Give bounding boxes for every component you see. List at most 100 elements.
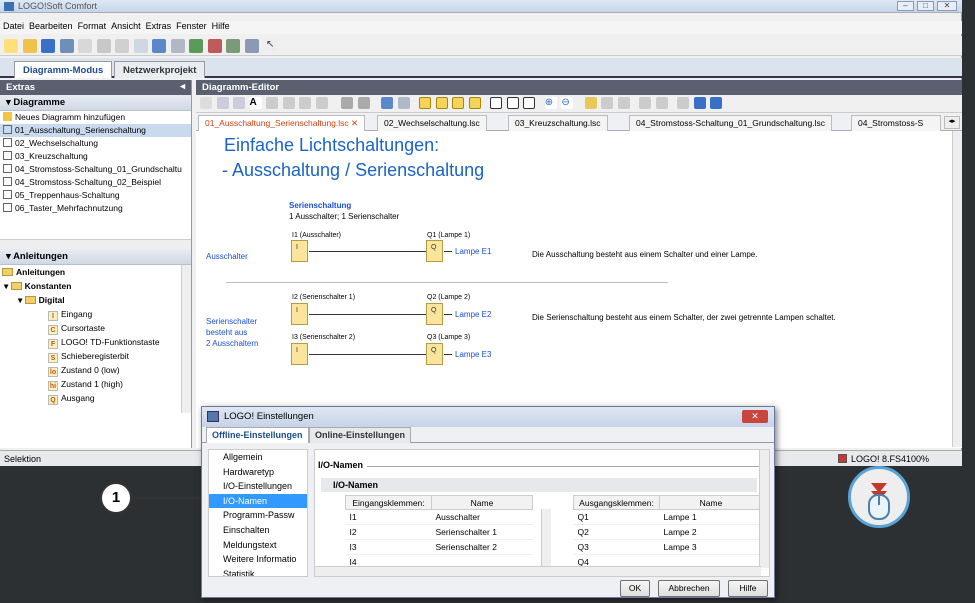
l-block-icon[interactable] bbox=[468, 97, 481, 109]
add-diagram-item[interactable]: Neues Diagramm hinzufügen bbox=[0, 111, 191, 124]
tree-item[interactable]: F LOGO! TD-Funktionstaste bbox=[0, 335, 191, 349]
input-block-i2[interactable]: I bbox=[291, 303, 308, 325]
diagram-item[interactable]: 04_Stromstoss-Schaltung_02_Beispiel bbox=[0, 176, 191, 189]
nav-item[interactable]: Allgemein bbox=[209, 450, 307, 465]
tree-node-konstanten[interactable]: ▾ Konstanten bbox=[0, 279, 191, 293]
online-test-icon[interactable] bbox=[244, 39, 259, 53]
menu-hilfe[interactable]: Hilfe bbox=[212, 21, 230, 31]
page-icon[interactable] bbox=[693, 97, 706, 109]
menu-extras[interactable]: Extras bbox=[146, 21, 172, 31]
zoom-out-icon[interactable]: ⊖ bbox=[561, 97, 574, 109]
co-block-icon[interactable] bbox=[419, 97, 432, 109]
tree-node-digital[interactable]: ▾ Digital bbox=[0, 293, 191, 307]
gf-block-icon[interactable] bbox=[435, 97, 448, 109]
tab-diagramm-modus[interactable]: Diagramm-Modus bbox=[14, 61, 113, 78]
tab-file[interactable]: 01_Ausschaltung_Serienschaltung.lsc ✕ bbox=[198, 115, 366, 131]
output-block-q2[interactable]: Q bbox=[426, 303, 443, 325]
tab-file[interactable]: 02_Wechselschaltung.lsc bbox=[377, 115, 487, 131]
tree-item[interactable]: I Eingang bbox=[0, 307, 191, 321]
tree-item[interactable]: hi Zustand 1 (high) bbox=[0, 377, 191, 391]
diagram-item[interactable]: 04_Stromstoss-Schaltung_01_Grundschaltu bbox=[0, 163, 191, 176]
menu-fenster[interactable]: Fenster bbox=[176, 21, 207, 31]
canvas-vertical-scrollbar[interactable] bbox=[952, 131, 962, 447]
ok-button[interactable]: OK bbox=[620, 580, 650, 597]
tab-netzwerkprojekt[interactable]: Netzwerkprojekt bbox=[114, 61, 206, 78]
text-tool-icon[interactable]: A bbox=[249, 97, 262, 109]
minimize-button[interactable]: – bbox=[897, 1, 914, 11]
tree-item[interactable]: lo Zustand 0 (low) bbox=[0, 363, 191, 377]
collapse-arrow-icon[interactable]: ◂ bbox=[180, 81, 185, 92]
tree-scrollbar[interactable] bbox=[181, 265, 191, 413]
table-row[interactable]: Q1 Lampe 1 bbox=[573, 509, 763, 525]
tree-item[interactable]: Q Ausgang bbox=[0, 391, 191, 405]
diagram-item[interactable]: 02_Wechselschaltung bbox=[0, 137, 191, 150]
output-block-q1[interactable]: Q bbox=[426, 240, 443, 262]
nav-item[interactable]: Einschalten bbox=[209, 523, 307, 538]
tab-online-settings[interactable]: Online-Einstellungen bbox=[309, 427, 412, 443]
align-icon[interactable] bbox=[315, 97, 328, 109]
save-icon[interactable] bbox=[41, 39, 56, 53]
cancel-button[interactable]: Abbrechen bbox=[658, 580, 720, 597]
table-row[interactable]: I2 Serienschalter 1 bbox=[345, 524, 533, 540]
diagram-item[interactable]: 03_Kreuzschaltung bbox=[0, 150, 191, 163]
tab-file[interactable]: 04_Stromstoss-S bbox=[851, 115, 941, 131]
nav-item[interactable]: Weitere Informatio bbox=[209, 552, 307, 567]
menu-datei[interactable]: Datei bbox=[3, 21, 24, 31]
paste-icon[interactable] bbox=[133, 39, 148, 53]
page-icon[interactable] bbox=[710, 97, 723, 109]
align-icon[interactable] bbox=[266, 97, 279, 109]
redo-icon[interactable] bbox=[170, 39, 185, 53]
input-block-i1[interactable]: I bbox=[291, 240, 308, 262]
content-vertical-scrollbar[interactable] bbox=[759, 450, 769, 568]
table-row[interactable]: Q3 Lampe 3 bbox=[573, 539, 763, 555]
diagram-canvas[interactable]: Einfache Lichtschaltungen: - Ausschaltun… bbox=[196, 131, 962, 447]
new-file-icon[interactable] bbox=[4, 39, 18, 53]
cut-icon[interactable] bbox=[96, 39, 111, 53]
nav-item[interactable]: Meldungstext bbox=[209, 538, 307, 553]
table-row[interactable]: I1 Ausschalter bbox=[345, 509, 533, 525]
table-icon[interactable] bbox=[617, 97, 630, 109]
maximize-button[interactable]: □ bbox=[917, 1, 934, 11]
io-icon[interactable] bbox=[639, 97, 652, 109]
tab-file[interactable]: 04_Stromstoss-Schaltung_01_Grundschaltun… bbox=[629, 115, 832, 131]
zoom-in-icon[interactable]: ⊕ bbox=[544, 97, 557, 109]
tab-offline-settings[interactable]: Offline-Einstellungen bbox=[206, 427, 309, 443]
tree-item[interactable]: S Schieberegisterbit bbox=[0, 349, 191, 363]
nav-item-selected[interactable]: I/O-Namen bbox=[209, 493, 307, 509]
align-icon[interactable] bbox=[282, 97, 295, 109]
nav-item[interactable]: Hardwaretyp bbox=[209, 465, 307, 480]
tree-item[interactable]: C Cursortaste bbox=[0, 321, 191, 335]
menu-bearbeiten[interactable]: Bearbeiten bbox=[29, 21, 73, 31]
tab-scroll-arrows-icon[interactable]: ◂▸ bbox=[944, 116, 960, 129]
nav-item[interactable]: Programm-Passw bbox=[209, 508, 307, 523]
cut-line-icon[interactable] bbox=[341, 97, 354, 109]
pencil-icon[interactable] bbox=[584, 97, 597, 109]
undo-icon[interactable] bbox=[381, 97, 394, 109]
view-icon[interactable] bbox=[506, 97, 519, 109]
anleitungen-section-header[interactable]: ▾ Anleitungen bbox=[0, 249, 191, 265]
table-row[interactable]: Q2 Lampe 2 bbox=[573, 524, 763, 540]
sf-block-icon[interactable] bbox=[452, 97, 465, 109]
content-horizontal-scrollbar[interactable] bbox=[315, 566, 761, 576]
menu-format[interactable]: Format bbox=[78, 21, 107, 31]
diagram-item[interactable]: 01_Ausschaltung_Serienschaltung bbox=[0, 124, 191, 137]
undo-icon[interactable] bbox=[152, 39, 167, 53]
network-icon[interactable] bbox=[655, 97, 668, 109]
simulation-icon[interactable] bbox=[226, 39, 241, 53]
split-line-icon[interactable] bbox=[357, 97, 370, 109]
open-folder-icon[interactable] bbox=[22, 39, 37, 53]
nav-item[interactable]: Statistik bbox=[209, 567, 307, 576]
input-block-i3[interactable]: I bbox=[291, 343, 308, 365]
menu-ansicht[interactable]: Ansicht bbox=[111, 21, 141, 31]
tab-file[interactable]: 03_Kreuzschaltung.lsc bbox=[508, 115, 608, 131]
redo-icon[interactable] bbox=[397, 97, 410, 109]
delete-icon[interactable] bbox=[78, 39, 93, 53]
help-pointer-icon[interactable]: ↖ bbox=[263, 39, 278, 53]
close-window-button[interactable]: ✕ bbox=[937, 1, 957, 11]
print-icon[interactable] bbox=[59, 39, 74, 53]
select-tool-icon[interactable] bbox=[200, 97, 212, 109]
connect-tool-icon[interactable] bbox=[216, 97, 229, 109]
table-row[interactable]: I3 Serienschalter 2 bbox=[345, 539, 533, 555]
diagram-item[interactable]: 06_Taster_Mehrfachnutzung bbox=[0, 202, 191, 215]
pc-to-logo-icon[interactable] bbox=[189, 39, 204, 53]
